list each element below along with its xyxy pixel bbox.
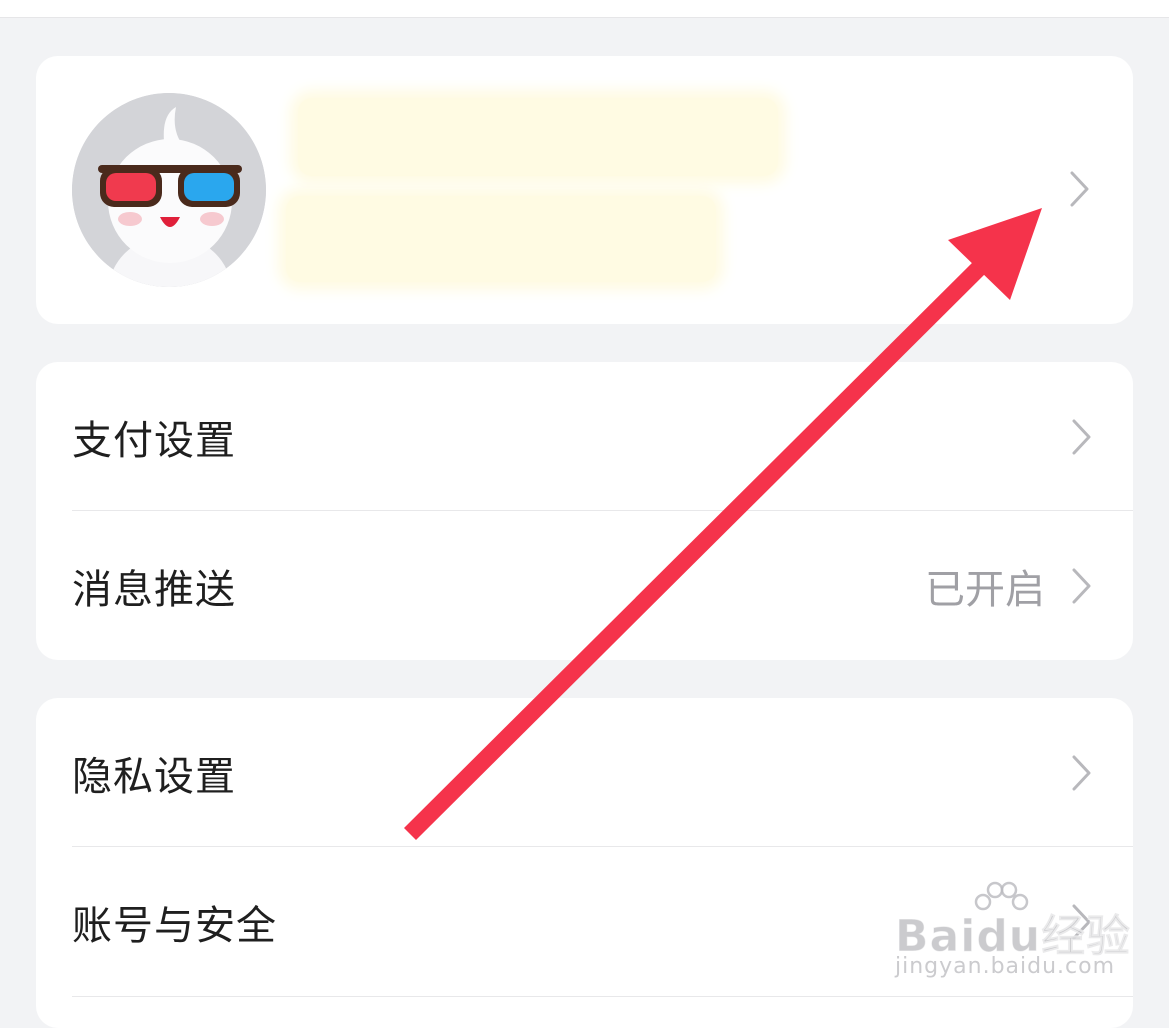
watermark-url: jingyan.baidu.com bbox=[895, 954, 1116, 979]
chevron-right-icon bbox=[1071, 418, 1093, 456]
row-label: 消息推送 bbox=[72, 567, 236, 613]
chevron-right-icon bbox=[1071, 754, 1093, 792]
profile-card[interactable] bbox=[36, 56, 1133, 324]
baidu-jingyan-watermark: Baidu经验 jingyan.baidu.com bbox=[894, 880, 1155, 990]
chevron-right-icon bbox=[1069, 170, 1091, 208]
mascot-avatar-icon bbox=[72, 93, 266, 287]
redacted-name bbox=[298, 98, 778, 176]
row-value: 已开启 bbox=[925, 567, 1045, 613]
redacted-id bbox=[286, 196, 716, 282]
top-bar bbox=[0, 0, 1169, 18]
row-label: 账号与安全 bbox=[72, 903, 277, 949]
privacy-settings-row[interactable]: 隐私设置 bbox=[36, 698, 1133, 848]
row-label: 支付设置 bbox=[72, 418, 236, 464]
settings-group-1: 支付设置 消息推送 已开启 bbox=[36, 362, 1133, 660]
row-label: 隐私设置 bbox=[72, 754, 236, 800]
divider bbox=[72, 996, 1133, 997]
message-push-row[interactable]: 消息推送 已开启 bbox=[36, 511, 1133, 660]
avatar[interactable] bbox=[72, 93, 266, 287]
payment-settings-row[interactable]: 支付设置 bbox=[36, 362, 1133, 512]
chevron-right-icon bbox=[1071, 567, 1093, 605]
